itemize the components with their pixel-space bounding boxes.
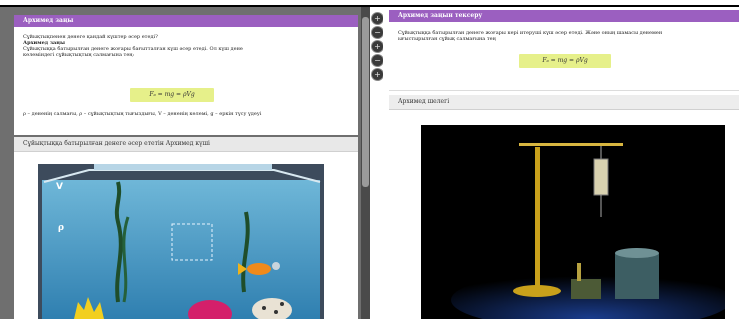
check-text-line-2: ығыстырылған сұйық салмағына тең (398, 36, 496, 42)
scrollbar-thumb[interactable] (362, 17, 369, 187)
card-title: Архимед заңын тексеру (389, 10, 739, 22)
law-text-line-2: көлеміндегі сұйықтықтың салмағына тең: (23, 52, 135, 58)
right-screenshot: Архимед заңын тексеру Сұйықтыққа батырыл… (383, 7, 739, 319)
archimedes-check-card: Архимед заңын тексеру Сұйықтыққа батырыл… (389, 10, 739, 91)
card-title: Архимед заңы (14, 15, 358, 27)
card-title: Архимед шелегі (389, 95, 739, 110)
density-label: ρ (58, 223, 64, 233)
archimedes-bucket-illustration (421, 125, 725, 319)
card-title: Сұйықтыққа батырылған денеге әсер ететін… (14, 137, 358, 152)
archimedes-bucket-card: Архимед шелегі (389, 95, 739, 319)
aquarium-illustration (38, 164, 324, 319)
formula-legend: ρ – дененің салмағы, ρ – сұйықтықтың тығ… (23, 111, 262, 117)
volume-label: V (56, 182, 63, 192)
aquarium-card: Сұйықтыққа батырылған денеге әсер ететін… (14, 137, 358, 319)
archimedes-law-card: Архимед заңы Сұйықтықпенен денеге қандай… (14, 15, 358, 135)
left-screenshot: Архимед заңы Сұйықтықпенен денеге қандай… (0, 7, 370, 319)
formula-box: Fₐ = mg = ρVg (519, 54, 611, 68)
formula-box: Fₐ = mg = ρVg (130, 88, 214, 102)
